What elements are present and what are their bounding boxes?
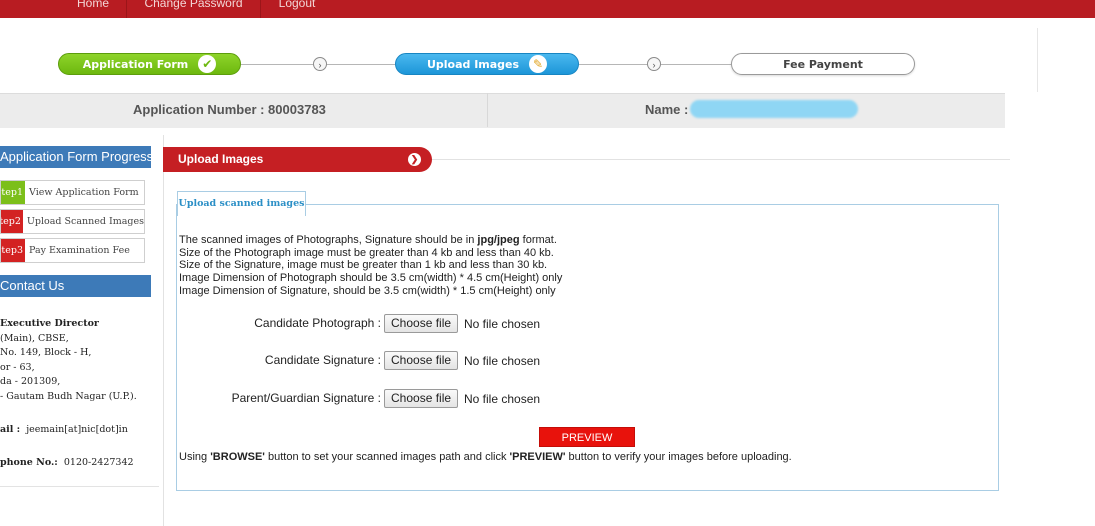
upload-footnote: Using 'BROWSE' button to set your scanne… xyxy=(179,451,792,463)
step-upload-images-label: Upload Images xyxy=(426,57,520,71)
contact-phone-value: 0120-2427342 xyxy=(63,457,134,468)
step-connector xyxy=(579,64,647,65)
chevron-right-icon: › xyxy=(313,57,327,71)
instruction-text: The scanned images of Photographs, Signa… xyxy=(179,234,478,246)
nav-change-password-link[interactable]: Change Password xyxy=(127,0,261,18)
candidate-photograph-label: Candidate Photograph : xyxy=(254,316,381,330)
nav-home-link[interactable]: Home xyxy=(60,0,127,18)
step-connector xyxy=(661,64,731,65)
footnote-text: button to verify your images before uplo… xyxy=(565,451,792,463)
contact-email-value: jeemain[at]nic[dot]in xyxy=(26,424,128,435)
instruction-line: Image Dimension of Signature, should be … xyxy=(179,285,556,297)
chevron-right-icon: › xyxy=(647,57,661,71)
sidebar-item-label: Pay Examination Fee xyxy=(29,245,130,256)
instruction-format: jpg/jpeg xyxy=(477,234,520,246)
step-application-form[interactable]: Application Form ✔ xyxy=(58,53,241,75)
sidebar-item-upload-images[interactable]: Step2 Upload Scanned Images xyxy=(0,209,145,234)
sidebar-item-pay-fee[interactable]: Step3 Pay Examination Fee xyxy=(0,238,145,263)
instruction-line: Size of the Photograph image must be gre… xyxy=(179,247,554,259)
contact-email: ail : jeemain[at]nic[dot]in xyxy=(0,424,128,435)
instruction-line: Size of the Signature, image must be gre… xyxy=(179,259,548,271)
candidate-signature-label: Candidate Signature : xyxy=(264,353,381,367)
tab-upload-scanned-images[interactable]: Upload scanned images xyxy=(177,191,306,216)
footnote-text: Using xyxy=(179,451,211,463)
contact-line: (Main), CBSE, xyxy=(0,333,69,344)
sidebar-item-view-application[interactable]: Step1 View Application Form xyxy=(0,180,145,205)
redacted-name xyxy=(690,100,858,118)
contact-line: or - 63, xyxy=(0,362,35,373)
section-divider xyxy=(432,159,1010,160)
guardian-signature-label: Parent/Guardian Signature : xyxy=(231,391,381,405)
sidebar-divider xyxy=(0,486,159,487)
instruction-text: format. xyxy=(519,234,557,246)
sidebar-item-label: Upload Scanned Images xyxy=(26,216,144,227)
pencil-icon: ✎ xyxy=(529,55,548,73)
guardian-signature-choose-file-button[interactable]: Choose file xyxy=(384,389,459,408)
sidebar-item-label: View Application Form xyxy=(29,187,139,198)
step-tag: Step2 xyxy=(1,210,23,233)
footnote-preview: 'PREVIEW' xyxy=(509,451,566,463)
instruction-line: Image Dimension of Photograph should be … xyxy=(179,272,563,284)
application-number: Application Number : 80003783 xyxy=(133,102,326,117)
candidate-signature-status: No file chosen xyxy=(464,354,541,368)
arrow-right-icon: ❯ xyxy=(408,153,421,166)
footnote-text: button to set your scanned images path a… xyxy=(264,451,510,463)
name-label: Name : xyxy=(645,102,689,117)
step-fee-payment[interactable]: Fee Payment xyxy=(731,53,915,75)
contact-phone: phone No.: 0120-2427342 xyxy=(0,457,134,468)
preview-button[interactable]: PREVIEW xyxy=(539,427,635,447)
checkmark-icon: ✔ xyxy=(198,55,217,73)
contact-line: da - 201309, xyxy=(0,376,61,387)
section-title-upload-images: Upload Images xyxy=(163,147,432,172)
step-upload-images[interactable]: Upload Images ✎ xyxy=(395,53,579,75)
step-connector xyxy=(241,64,313,65)
step-connector xyxy=(327,64,395,65)
nav-logout-link[interactable]: Logout xyxy=(261,0,333,18)
step-tag: Step3 xyxy=(1,239,25,262)
contact-phone-label: phone No.: xyxy=(0,457,58,468)
candidate-signature-choose-file-button[interactable]: Choose file xyxy=(384,351,459,370)
candidate-photograph-choose-file-button[interactable]: Choose file xyxy=(384,314,459,333)
contact-line: Executive Director xyxy=(0,318,99,329)
footnote-browse: 'BROWSE' xyxy=(210,451,265,463)
guardian-signature-status: No file chosen xyxy=(464,392,541,406)
step-application-form-label: Application Form xyxy=(82,57,189,71)
info-divider xyxy=(487,93,488,127)
contact-line: - Gautam Budh Nagar (U.P.). xyxy=(0,391,137,402)
contact-email-label: ail : xyxy=(0,424,21,435)
step-fee-payment-label: Fee Payment xyxy=(783,57,863,71)
step-tag: Step1 xyxy=(1,181,25,204)
instruction-line: The scanned images of Photographs, Signa… xyxy=(179,234,557,246)
sidebar-progress-title: Application Form Progress xyxy=(0,146,151,168)
candidate-photograph-status: No file chosen xyxy=(464,317,541,331)
sidebar-contact-title: Contact Us xyxy=(0,275,151,297)
contact-line: No. 149, Block - H, xyxy=(0,347,92,358)
